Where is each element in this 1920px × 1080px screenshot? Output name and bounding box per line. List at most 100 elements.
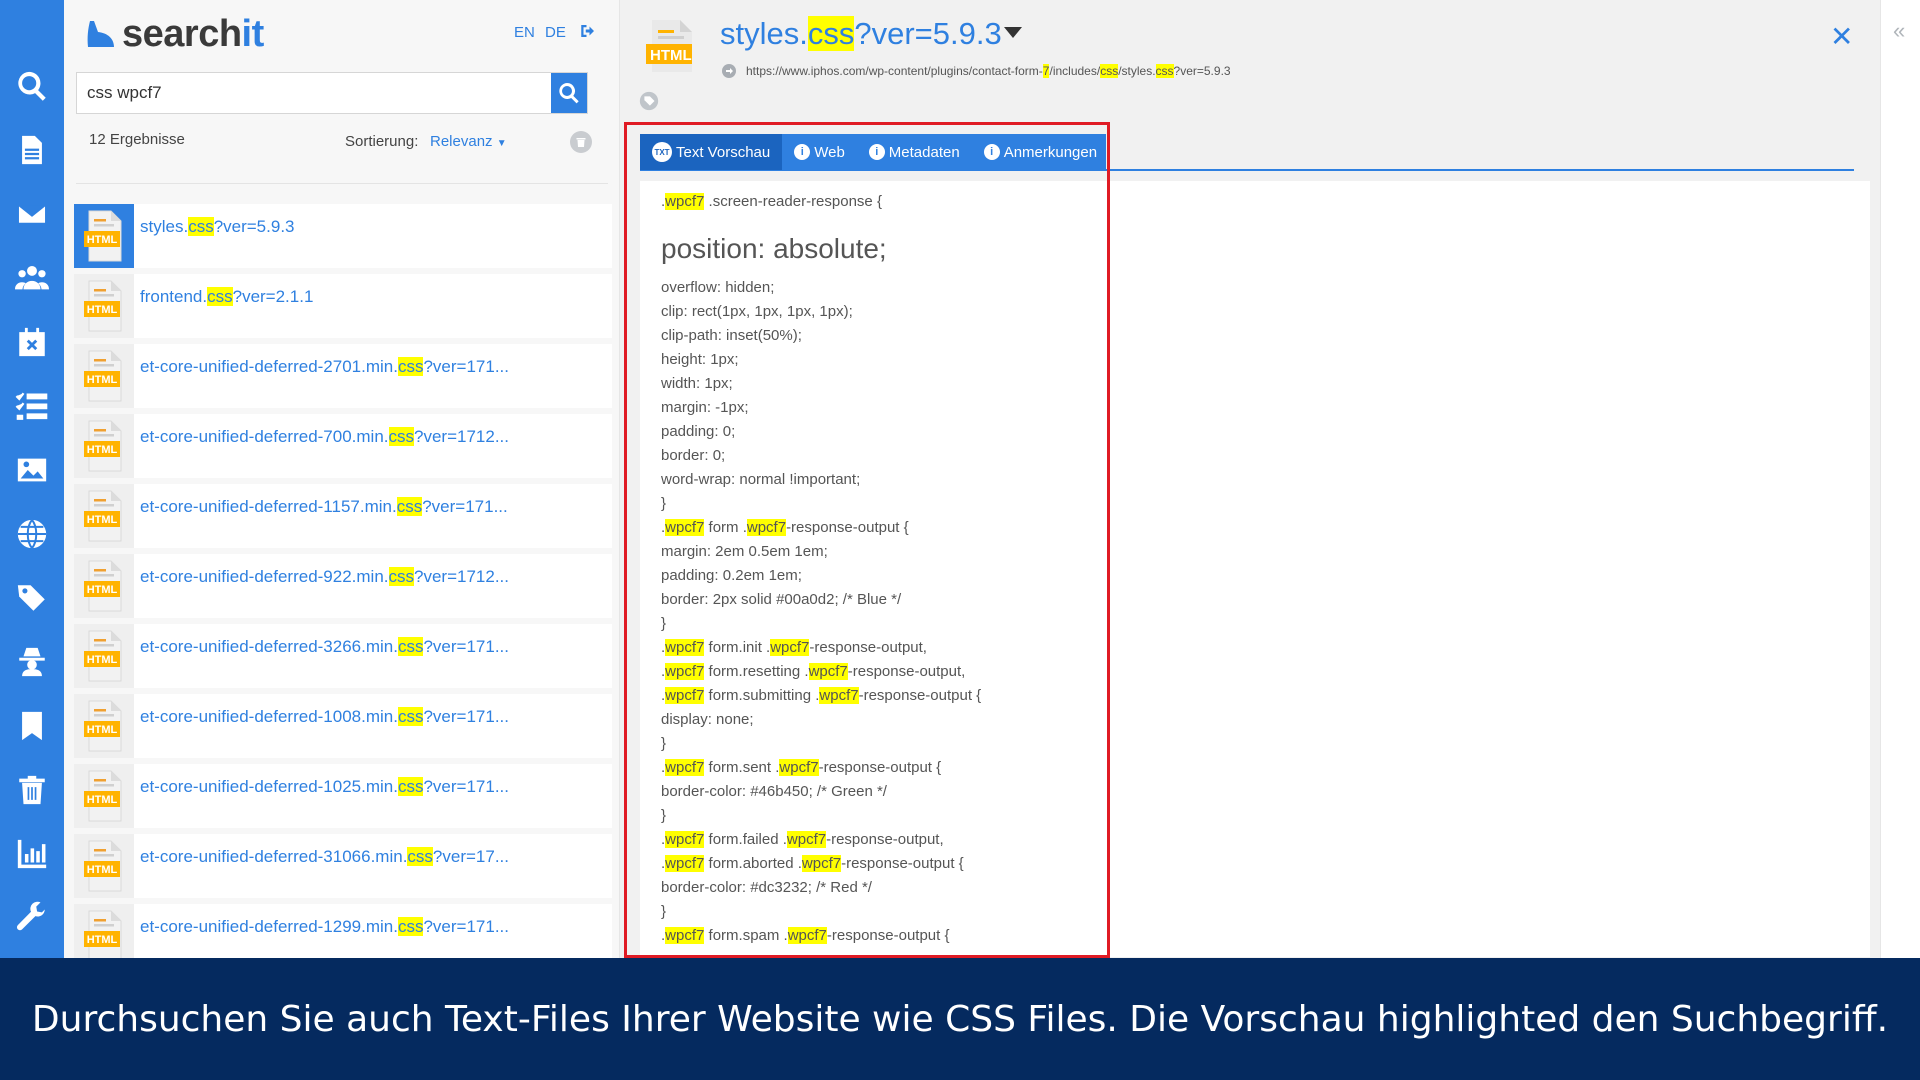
result-title-text: frontend.: [140, 287, 208, 306]
code-text: }: [661, 735, 667, 752]
logout-icon[interactable]: [579, 22, 599, 42]
result-title-text: ?ver=2.1.1: [232, 287, 314, 306]
info-icon: i: [794, 144, 811, 160]
list-item[interactable]: HTML styles.css?ver=5.9.3: [74, 204, 612, 268]
result-title-link[interactable]: et-core-unified-deferred-1157.min.css?ve…: [140, 497, 508, 517]
code-line: .wpcf7 form .wpcf7-response-output {: [661, 516, 981, 540]
result-title-link[interactable]: et-core-unified-deferred-1299.min.css?ve…: [140, 917, 509, 937]
code-text: border: 0;: [661, 447, 726, 464]
search-highlight: wpcf7: [665, 519, 705, 536]
result-title-link[interactable]: et-core-unified-deferred-3266.min.css?ve…: [140, 637, 509, 657]
search-icon[interactable]: [12, 66, 52, 106]
list-item[interactable]: HTML frontend.css?ver=2.1.1: [74, 274, 612, 338]
result-title-text: ?ver=5.9.3: [213, 217, 295, 236]
url-part: /includes/: [1049, 64, 1101, 78]
lang-en-link[interactable]: EN: [514, 24, 535, 41]
search-button[interactable]: [551, 73, 587, 113]
code-text: border-color: #dc3232; /* Red */: [661, 879, 872, 896]
result-title-text: ?ver=1712...: [414, 427, 510, 446]
result-title-text: et-core-unified-deferred-3266.min.: [140, 637, 398, 656]
trash-icon[interactable]: [12, 770, 52, 810]
tab-label: Web: [814, 143, 845, 161]
users-icon[interactable]: [12, 258, 52, 298]
image-icon[interactable]: [12, 450, 52, 490]
result-title-link[interactable]: et-core-unified-deferred-922.min.css?ver…: [140, 567, 509, 587]
lang-de-link[interactable]: DE: [545, 24, 566, 41]
code-text: word-wrap: normal !important;: [661, 471, 861, 488]
result-title-link[interactable]: et-core-unified-deferred-700.min.css?ver…: [140, 427, 509, 447]
code-text: position: absolute;: [661, 233, 887, 264]
tab-web[interactable]: i Web: [782, 134, 857, 170]
calendar-icon[interactable]: [12, 322, 52, 362]
code-text: -response-output {: [786, 519, 909, 536]
list-item[interactable]: HTML et-core-unified-deferred-1299.min.cs…: [74, 904, 612, 958]
code-line: .wpcf7 form.aborted .wpcf7-response-outp…: [661, 852, 981, 876]
wrench-icon[interactable]: [12, 898, 52, 938]
tab-metadaten[interactable]: i Metadaten: [857, 134, 972, 170]
result-file-icon: HTML: [74, 414, 134, 478]
url-part: ?ver=5.9.3: [1173, 64, 1231, 78]
document-title[interactable]: styles.css?ver=5.9.3: [720, 16, 1022, 52]
list-item[interactable]: HTML et-core-unified-deferred-31066.min.c…: [74, 834, 612, 898]
tags-icon[interactable]: [12, 578, 52, 618]
search-highlight: css: [397, 777, 424, 796]
list-item[interactable]: HTML et-core-unified-deferred-1008.min.cs…: [74, 694, 612, 758]
result-title-text: ?ver=171...: [423, 777, 509, 796]
html-file-icon-label: HTML: [87, 444, 118, 456]
html-file-icon: HTML: [84, 770, 122, 822]
code-text: -response-output,: [826, 831, 944, 848]
search-input[interactable]: [77, 73, 551, 113]
list-item[interactable]: HTML et-core-unified-deferred-1025.min.cs…: [74, 764, 612, 828]
document-url[interactable]: https://www.iphos.com/wp-content/plugins…: [746, 64, 1231, 78]
caret-down-icon[interactable]: [1003, 27, 1022, 39]
result-title-link[interactable]: styles.css?ver=5.9.3: [140, 217, 295, 237]
html-file-icon: HTML: [84, 560, 122, 612]
list-item[interactable]: HTML et-core-unified-deferred-2701.min.cs…: [74, 344, 612, 408]
result-title-text: et-core-unified-deferred-922.min.: [140, 567, 389, 586]
tab-text-vorschau[interactable]: TXT Text Vorschau: [640, 134, 783, 170]
code-line: .wpcf7 form.init .wpcf7-response-output,: [661, 636, 981, 660]
search-highlight: wpcf7: [770, 639, 810, 656]
code-text: margin: 2em 0.5em 1em;: [661, 543, 828, 560]
search-icon: [559, 83, 579, 104]
code-line: .wpcf7 form.failed .wpcf7-response-outpu…: [661, 828, 981, 852]
result-title-link[interactable]: et-core-unified-deferred-1025.min.css?ve…: [140, 777, 509, 797]
code-line: border: 0;: [661, 444, 981, 468]
document-url-row: https://www.iphos.com/wp-content/plugins…: [722, 64, 1231, 78]
code-line: .wpcf7 form.sent .wpcf7-response-output …: [661, 756, 981, 780]
result-title-link[interactable]: et-core-unified-deferred-31066.min.css?v…: [140, 847, 509, 867]
result-file-icon: HTML: [74, 764, 134, 828]
document-icon[interactable]: [12, 130, 52, 170]
code-text: form.submitting .: [704, 687, 820, 704]
list-item[interactable]: HTML et-core-unified-deferred-922.min.css…: [74, 554, 612, 618]
code-text: width: 1px;: [661, 375, 733, 392]
chart-icon[interactable]: [12, 834, 52, 874]
code-text: .screen-reader-response {: [704, 193, 882, 210]
tag-icon[interactable]: [638, 90, 660, 112]
result-title-link[interactable]: et-core-unified-deferred-1008.min.css?ve…: [140, 707, 509, 727]
close-icon[interactable]: ✕: [1830, 20, 1853, 53]
code-text: clip: rect(1px, 1px, 1px, 1px);: [661, 303, 853, 320]
sort-dropdown[interactable]: Relevanz ▼: [430, 133, 507, 150]
code-line: }: [661, 492, 981, 516]
search-highlight: wpcf7: [801, 855, 842, 872]
result-title-link[interactable]: frontend.css?ver=2.1.1: [140, 287, 313, 307]
html-file-icon-label: HTML: [87, 374, 118, 386]
chevron-double-left-icon[interactable]: «: [1893, 18, 1905, 44]
result-title-link[interactable]: et-core-unified-deferred-2701.min.css?ve…: [140, 357, 509, 377]
list-item[interactable]: HTML et-core-unified-deferred-1157.min.cs…: [74, 484, 612, 548]
detail-panel: HTML styles.css?ver=5.9.3 ✕ https://www.…: [620, 0, 1880, 958]
checklist-icon[interactable]: [12, 386, 52, 426]
spy-icon[interactable]: [12, 642, 52, 682]
list-item[interactable]: HTML et-core-unified-deferred-3266.min.cs…: [74, 624, 612, 688]
code-text: padding: 0;: [661, 423, 736, 440]
tab-anmerkungen[interactable]: i Anmerkungen: [972, 134, 1109, 170]
search-highlight: css: [397, 357, 424, 376]
mail-icon[interactable]: [12, 194, 52, 234]
globe-icon[interactable]: [12, 514, 52, 554]
bookmark-icon[interactable]: [12, 706, 52, 746]
open-link-icon[interactable]: [722, 64, 736, 78]
caption-banner: Durchsuchen Sie auch Text-Files Ihrer We…: [0, 958, 1920, 1080]
clear-results-button[interactable]: [570, 131, 592, 153]
list-item[interactable]: HTML et-core-unified-deferred-700.min.css…: [74, 414, 612, 478]
